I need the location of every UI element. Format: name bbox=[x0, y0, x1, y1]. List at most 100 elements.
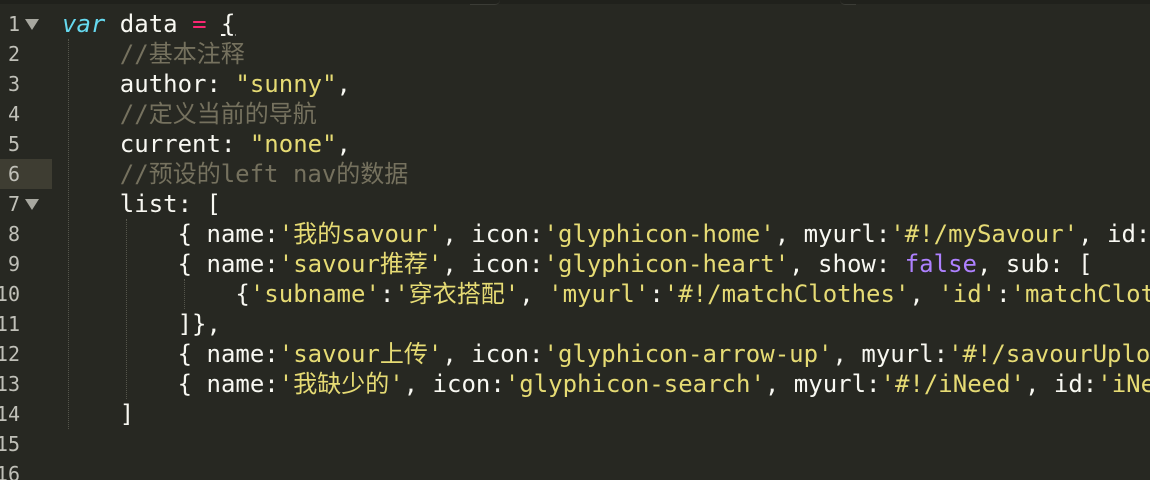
code-line[interactable]: 1 var data = { bbox=[0, 9, 1150, 39]
code-line[interactable]: 7 list: [ bbox=[0, 189, 1150, 219]
code-line[interactable]: 15 bbox=[0, 429, 1150, 459]
code-token: , bbox=[336, 130, 351, 158]
code-line[interactable]: 9 { name:'savour推荐', icon:'glyphicon-hear… bbox=[0, 249, 1150, 279]
line-gutter[interactable]: 8 bbox=[0, 219, 52, 249]
code-text[interactable]: //定义当前的导航 bbox=[120, 99, 317, 129]
code-line[interactable]: 6 //预设的left nav的数据 bbox=[0, 159, 1150, 189]
code-token: data bbox=[105, 10, 193, 38]
tab-edge-right bbox=[840, 0, 856, 5]
code-token: ]}, bbox=[177, 310, 221, 338]
code-token: '#!/iNeed' bbox=[880, 370, 1026, 398]
code-text[interactable]: ]}, bbox=[178, 309, 221, 339]
code-token: false bbox=[904, 250, 977, 278]
code-token: '穿衣搭配' bbox=[394, 280, 520, 308]
code-token: author: bbox=[119, 70, 236, 98]
code-text[interactable]: {'subname':'穿衣搭配', 'myurl':'#!/matchClot… bbox=[235, 279, 1150, 309]
code-token: 'subname' bbox=[249, 280, 380, 308]
code-text[interactable]: { name:'savour推荐', icon:'glyphicon-heart… bbox=[178, 249, 1093, 279]
code-token: "none" bbox=[249, 130, 337, 158]
code-text[interactable]: { name:'我的savour', icon:'glyphicon-home'… bbox=[178, 219, 1150, 249]
code-text[interactable]: ] bbox=[120, 399, 134, 429]
code-token: ] bbox=[119, 400, 135, 428]
code-line[interactable]: 11]}, bbox=[0, 309, 1150, 339]
code-line[interactable]: 5 current: "none", bbox=[0, 129, 1150, 159]
code-text[interactable]: //基本注释 bbox=[120, 39, 245, 69]
line-number: 2 bbox=[7, 42, 20, 66]
code-token: , sub: [ bbox=[976, 250, 1093, 278]
line-gutter[interactable]: 10 bbox=[0, 279, 52, 309]
code-token: var bbox=[62, 10, 106, 38]
line-gutter[interactable]: 1 bbox=[0, 9, 52, 39]
code-text[interactable]: list: [ bbox=[120, 189, 221, 219]
code-token: : bbox=[379, 280, 395, 308]
code-token: { name: bbox=[177, 340, 279, 368]
code-line[interactable]: 2 //基本注释 bbox=[0, 39, 1150, 69]
code-line[interactable]: 3 author: "sunny", bbox=[0, 69, 1150, 99]
line-gutter[interactable]: 14 bbox=[0, 399, 52, 429]
line-gutter[interactable]: 16 bbox=[0, 459, 52, 480]
code-token: '我缺少的' bbox=[278, 370, 404, 398]
code-token: { name: bbox=[177, 220, 279, 248]
fold-arrow-icon[interactable] bbox=[25, 19, 39, 30]
line-number: 15 bbox=[0, 432, 20, 456]
line-number: 7 bbox=[7, 192, 20, 216]
code-line[interactable]: 8 { name:'我的savour', icon:'glyphicon-home… bbox=[0, 219, 1150, 249]
line-gutter[interactable]: 15 bbox=[0, 429, 52, 459]
code-token: , show: bbox=[789, 250, 905, 278]
code-text[interactable]: current: "none", bbox=[120, 129, 351, 159]
line-gutter[interactable]: 3 bbox=[0, 69, 52, 99]
line-number: 5 bbox=[7, 132, 20, 156]
line-number: 4 bbox=[7, 102, 20, 126]
line-gutter[interactable]: 7 bbox=[0, 189, 52, 219]
line-number: 14 bbox=[0, 402, 20, 426]
code-text[interactable]: //预设的left nav的数据 bbox=[120, 159, 409, 189]
code-token: 'glyphicon-arrow-up' bbox=[543, 340, 833, 368]
code-token: 'savour推荐' bbox=[278, 250, 443, 278]
line-number: 1 bbox=[7, 12, 20, 36]
code-text[interactable]: author: "sunny", bbox=[120, 69, 351, 99]
code-token: , bbox=[336, 70, 351, 98]
line-number: 16 bbox=[0, 462, 20, 480]
line-number: 9 bbox=[7, 252, 20, 276]
code-token: , myurl: bbox=[764, 370, 881, 398]
line-number: 10 bbox=[0, 282, 20, 306]
code-line[interactable]: 14] bbox=[0, 399, 1150, 429]
fold-arrow-icon[interactable] bbox=[25, 199, 39, 210]
code-token: { name: bbox=[177, 250, 279, 278]
line-number: 12 bbox=[0, 342, 20, 366]
code-token: , icon: bbox=[442, 220, 544, 248]
code-line[interactable]: 13 { name:'我缺少的', icon:'glyphicon-search'… bbox=[0, 369, 1150, 399]
line-number: 8 bbox=[7, 222, 20, 246]
code-line[interactable]: 12 { name:'savour上传', icon:'glyphicon-arr… bbox=[0, 339, 1150, 369]
line-gutter[interactable]: 2 bbox=[0, 39, 52, 69]
line-gutter[interactable]: 9 bbox=[0, 249, 52, 279]
code-text[interactable]: { name:'savour上传', icon:'glyphicon-arrow… bbox=[178, 339, 1150, 369]
code-token: //预设的left nav的数据 bbox=[119, 160, 409, 188]
code-text[interactable]: var data = { bbox=[62, 9, 235, 39]
line-gutter[interactable]: 13 bbox=[0, 369, 52, 399]
code-token: { bbox=[220, 10, 236, 38]
code-token: 'glyphicon-home' bbox=[543, 220, 775, 248]
code-token: 'glyphicon-heart' bbox=[543, 250, 790, 278]
code-line[interactable]: 10 {'subname':'穿衣搭配', 'myurl':'#!/matchCl… bbox=[0, 279, 1150, 309]
code-token: 'glyphicon-search' bbox=[504, 370, 765, 398]
code-token: { name: bbox=[177, 370, 279, 398]
code-token: , icon: bbox=[442, 340, 544, 368]
line-gutter[interactable]: 5 bbox=[0, 129, 52, 159]
code-token: //定义当前的导航 bbox=[119, 100, 317, 128]
code-token: , icon: bbox=[442, 250, 544, 278]
code-token: '#!/matchClothes' bbox=[663, 280, 910, 308]
code-token: '我的savour' bbox=[278, 220, 443, 248]
code-line[interactable]: 16 bbox=[0, 459, 1150, 480]
tab-bar-edge bbox=[0, 0, 1150, 5]
line-gutter[interactable]: 4 bbox=[0, 99, 52, 129]
line-gutter[interactable]: 12 bbox=[0, 339, 52, 369]
code-token: = bbox=[192, 10, 207, 38]
code-line[interactable]: 4 //定义当前的导航 bbox=[0, 99, 1150, 129]
line-gutter[interactable]: 11 bbox=[0, 309, 52, 339]
code-text[interactable]: { name:'我缺少的', icon:'glyphicon-search', … bbox=[178, 369, 1150, 399]
code-editor[interactable]: 1 var data = {2//基本注释 3 author: "sunny", 4//… bbox=[0, 0, 1150, 480]
line-gutter[interactable]: 6 bbox=[0, 159, 52, 189]
code-token: , myurl: bbox=[774, 220, 891, 248]
